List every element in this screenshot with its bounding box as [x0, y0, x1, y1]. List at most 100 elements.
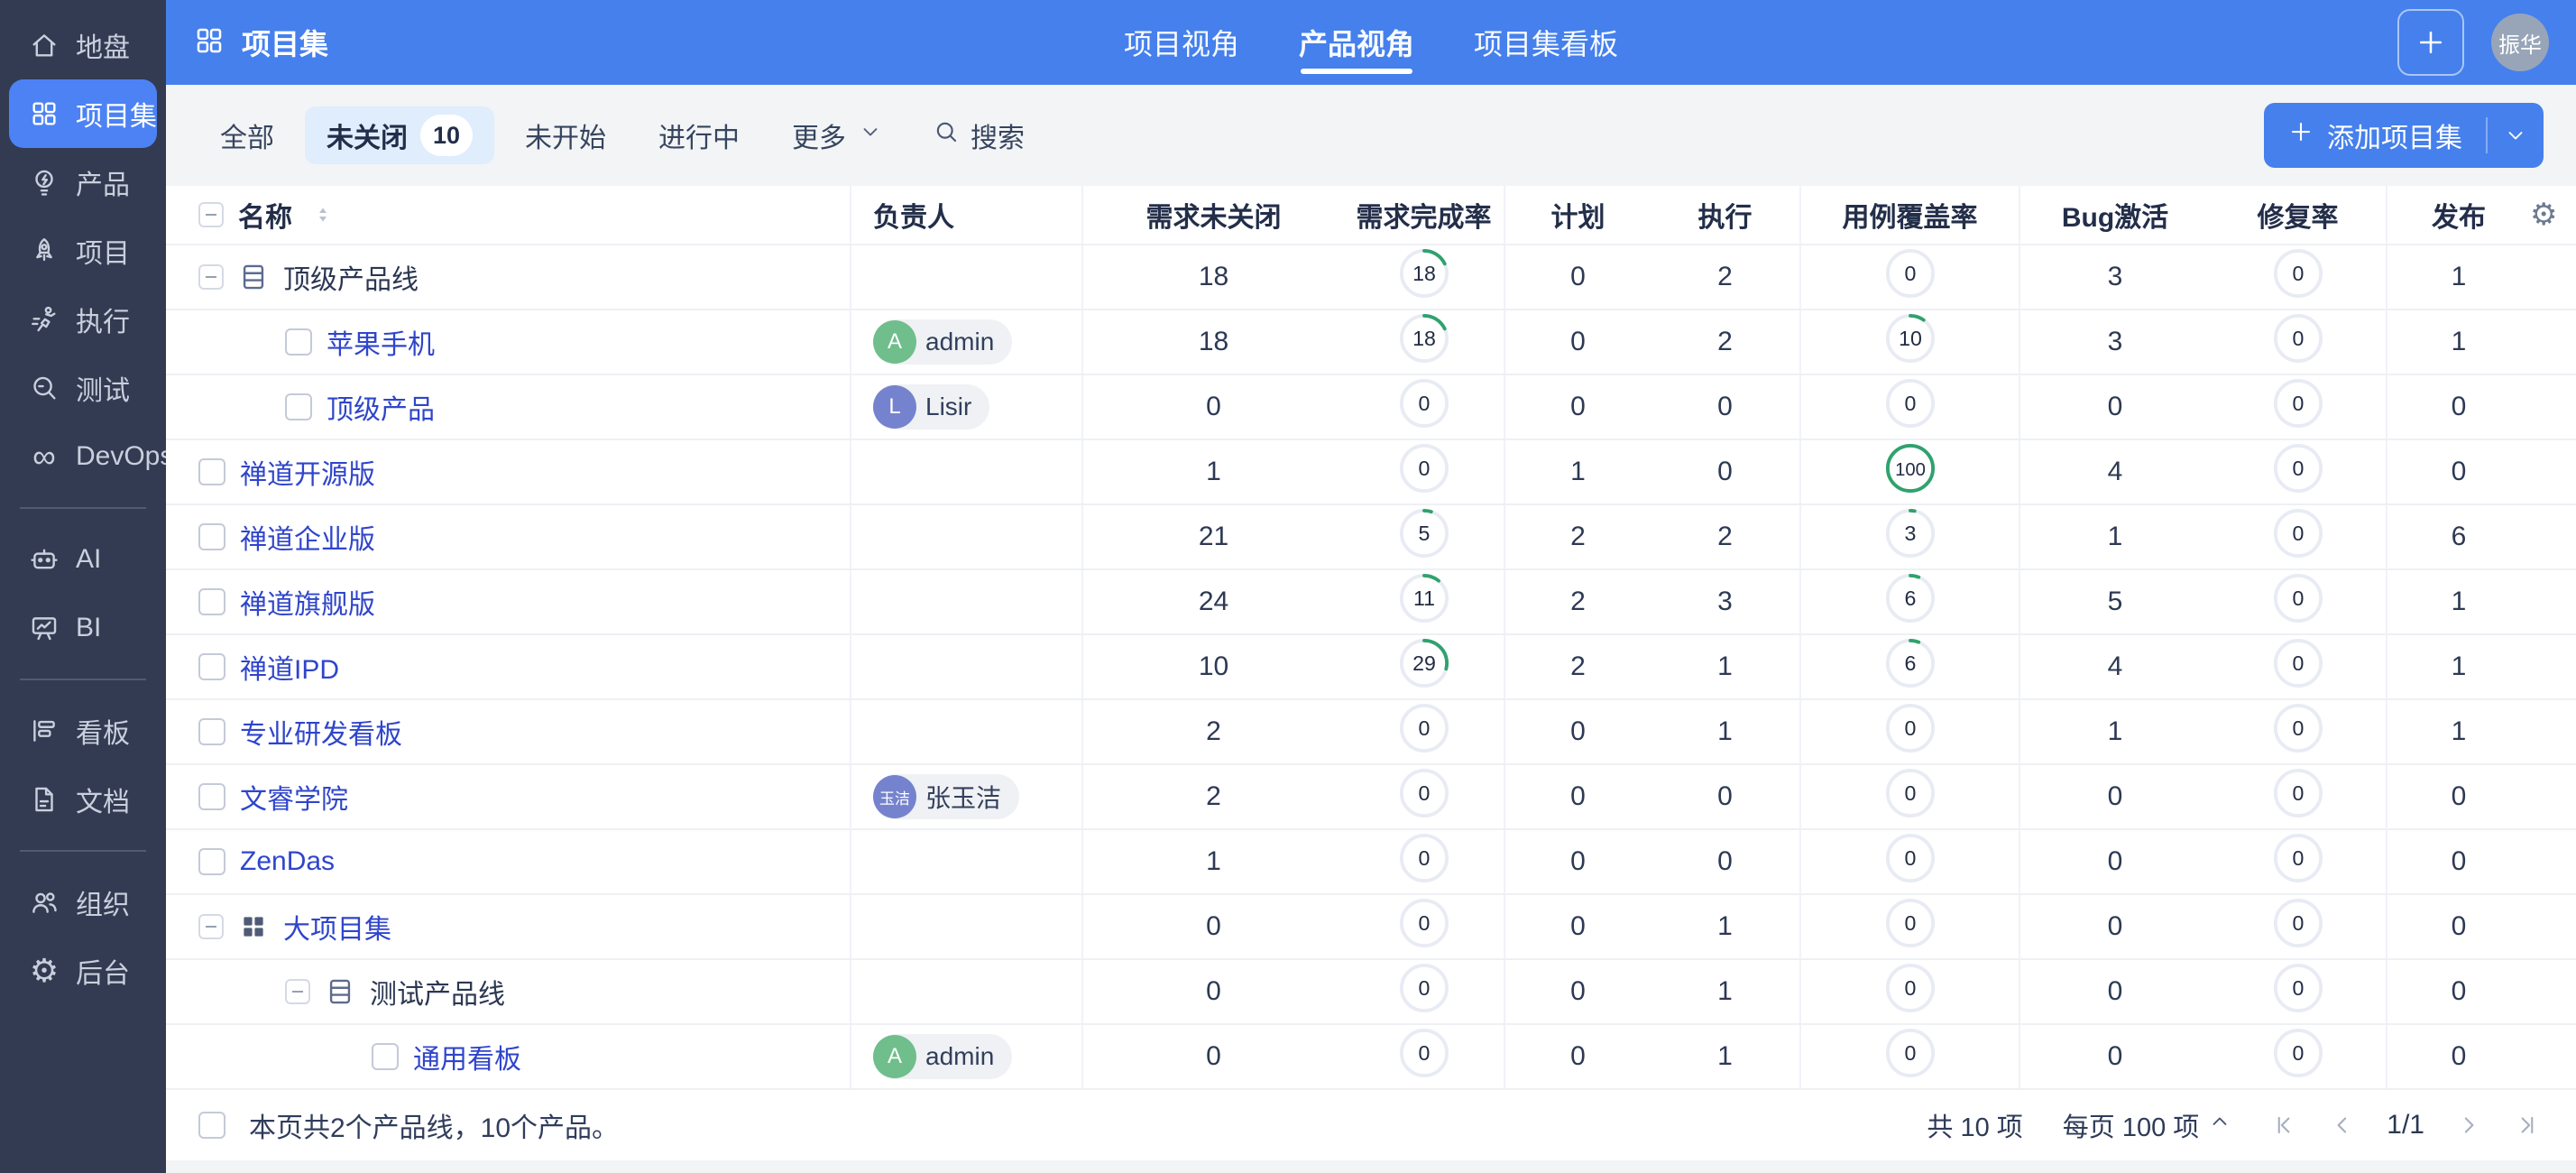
- collapse-toggle[interactable]: [198, 914, 224, 939]
- row-checkbox[interactable]: [198, 783, 225, 810]
- cell-owner: [850, 245, 1081, 309]
- collapse-toggle[interactable]: [198, 264, 224, 290]
- cell-case_coverage: 0: [1799, 700, 2019, 763]
- sidebar-item-gear[interactable]: ⚙后台: [9, 937, 157, 1005]
- pager-last-button[interactable]: [2513, 1112, 2540, 1139]
- column-header-release[interactable]: 发布: [2386, 186, 2530, 244]
- filter-tab[interactable]: 未关闭10: [305, 106, 494, 164]
- product-link[interactable]: 专业研发看板: [240, 712, 402, 752]
- product-link[interactable]: 禅道企业版: [240, 517, 375, 557]
- product-link[interactable]: ZenDas: [240, 846, 335, 877]
- sidebar-item-doc[interactable]: 文档: [9, 765, 157, 834]
- cell-case_coverage: 0: [1799, 960, 2019, 1023]
- sidebar-item-rocket[interactable]: 项目: [9, 217, 157, 285]
- column-header-bug_active[interactable]: Bug激活: [2019, 186, 2210, 244]
- column-settings-gear-icon[interactable]: ⚙: [2530, 199, 2557, 230]
- filter-tab[interactable]: 进行中: [637, 106, 761, 164]
- column-label: 需求完成率: [1357, 195, 1492, 235]
- row-checkbox[interactable]: [198, 588, 225, 615]
- cell-execution: 1: [1651, 895, 1799, 958]
- page-size-select[interactable]: 每页 100 项: [2063, 1106, 2232, 1144]
- row-checkbox[interactable]: [198, 523, 225, 550]
- add-projectset-label: 添加项目集: [2327, 115, 2462, 155]
- cell-value: 1: [1570, 457, 1586, 487]
- runner-icon: [27, 302, 61, 337]
- sort-icon[interactable]: [312, 204, 334, 226]
- column-header-fix_rate[interactable]: 修复率: [2210, 186, 2386, 244]
- filter-tab[interactable]: 更多: [770, 106, 904, 164]
- sidebar-item-users[interactable]: 组织: [9, 868, 157, 937]
- cell-value: 2: [1570, 651, 1586, 682]
- svg-text:0: 0: [1904, 262, 1916, 285]
- user-avatar[interactable]: 振华: [2491, 14, 2549, 71]
- cell-plan: 0: [1504, 245, 1651, 309]
- cell-value: 1: [1717, 651, 1733, 682]
- owner-pill[interactable]: LLisir: [873, 384, 989, 429]
- row-checkbox[interactable]: [372, 1043, 399, 1070]
- sidebar-item-home[interactable]: 地盘: [9, 11, 157, 79]
- pager-next-button[interactable]: [2455, 1112, 2482, 1139]
- cell-value: 0: [1570, 327, 1586, 357]
- cell-value: 0: [1717, 392, 1733, 422]
- global-create-button[interactable]: [2397, 9, 2464, 76]
- row-checkbox[interactable]: [285, 393, 312, 420]
- owner-pill[interactable]: Aadmin: [873, 319, 1012, 365]
- cell-case_coverage: 0: [1799, 895, 2019, 958]
- product-link[interactable]: 顶级产品: [327, 387, 435, 427]
- owner-avatar: 玉洁: [873, 775, 916, 818]
- column-header-name[interactable]: 名称: [166, 186, 850, 244]
- column-header-story_open[interactable]: 需求未关闭: [1081, 186, 1344, 244]
- add-projectset-caret[interactable]: [2488, 103, 2544, 168]
- column-header-plan[interactable]: 计划: [1504, 186, 1651, 244]
- svg-text:0: 0: [1904, 846, 1916, 870]
- owner-pill[interactable]: Aadmin: [873, 1034, 1012, 1079]
- sidebar-item-runner[interactable]: 执行: [9, 285, 157, 354]
- product-link[interactable]: 苹果手机: [327, 322, 435, 362]
- projectset-link[interactable]: 大项目集: [283, 907, 391, 947]
- collapse-all-toggle[interactable]: [198, 202, 224, 227]
- cell-story_open: 0: [1081, 960, 1344, 1023]
- svg-text:0: 0: [2292, 846, 2304, 870]
- cell-value: 3: [1717, 586, 1733, 617]
- owner-pill[interactable]: 玉洁张玉洁: [873, 774, 1019, 819]
- sidebar-item-board[interactable]: BI: [9, 594, 157, 662]
- pager-first-button[interactable]: [2271, 1112, 2298, 1139]
- top-tab-项目集看板[interactable]: 项目集看板: [1474, 0, 1618, 85]
- search-control[interactable]: 搜索: [933, 115, 1025, 155]
- product-link[interactable]: 禅道IPD: [240, 647, 339, 687]
- top-tab-产品视角[interactable]: 产品视角: [1299, 0, 1414, 85]
- product-link[interactable]: 文睿学院: [240, 777, 348, 817]
- sidebar-item-robot[interactable]: AI: [9, 525, 157, 594]
- column-header-owner[interactable]: 负责人: [850, 186, 1081, 244]
- column-header-execution[interactable]: 执行: [1651, 186, 1799, 244]
- product-link[interactable]: 禅道旗舰版: [240, 582, 375, 622]
- column-header-story_done[interactable]: 需求完成率: [1344, 186, 1504, 244]
- row-checkbox[interactable]: [198, 718, 225, 745]
- top-tab-项目视角[interactable]: 项目视角: [1124, 0, 1239, 85]
- column-header-case_coverage[interactable]: 用例覆盖率: [1799, 186, 2019, 244]
- sidebar-item-magnifier[interactable]: 测试: [9, 354, 157, 422]
- sidebar-item-kanban[interactable]: 看板: [9, 697, 157, 765]
- row-checkbox[interactable]: [198, 653, 225, 680]
- column-label: 名称: [238, 195, 292, 235]
- cell-story_done: 0: [1344, 765, 1504, 828]
- sidebar-item-label: AI: [76, 544, 101, 575]
- collapse-toggle[interactable]: [285, 979, 310, 1004]
- cell-value: 21: [1199, 522, 1228, 552]
- filter-tab[interactable]: 未开始: [503, 106, 628, 164]
- footer-select-checkbox[interactable]: [198, 1112, 225, 1139]
- sidebar-item-infinity[interactable]: ∞DevOps: [9, 422, 157, 491]
- svg-text:0: 0: [2292, 586, 2304, 610]
- sidebar-item-grid[interactable]: 项目集: [9, 79, 157, 148]
- row-checkbox[interactable]: [198, 848, 225, 875]
- progress-ring: 0: [1399, 378, 1449, 436]
- sidebar-item-bulb[interactable]: 产品: [9, 148, 157, 217]
- row-checkbox[interactable]: [198, 458, 225, 485]
- infinity-icon: ∞: [27, 439, 61, 474]
- product-link[interactable]: 通用看板: [413, 1037, 521, 1076]
- pager-prev-button[interactable]: [2329, 1112, 2356, 1139]
- filter-tab[interactable]: 全部: [198, 106, 296, 164]
- add-projectset-button[interactable]: 添加项目集: [2264, 103, 2486, 168]
- row-checkbox[interactable]: [285, 328, 312, 356]
- product-link[interactable]: 禅道开源版: [240, 452, 375, 492]
